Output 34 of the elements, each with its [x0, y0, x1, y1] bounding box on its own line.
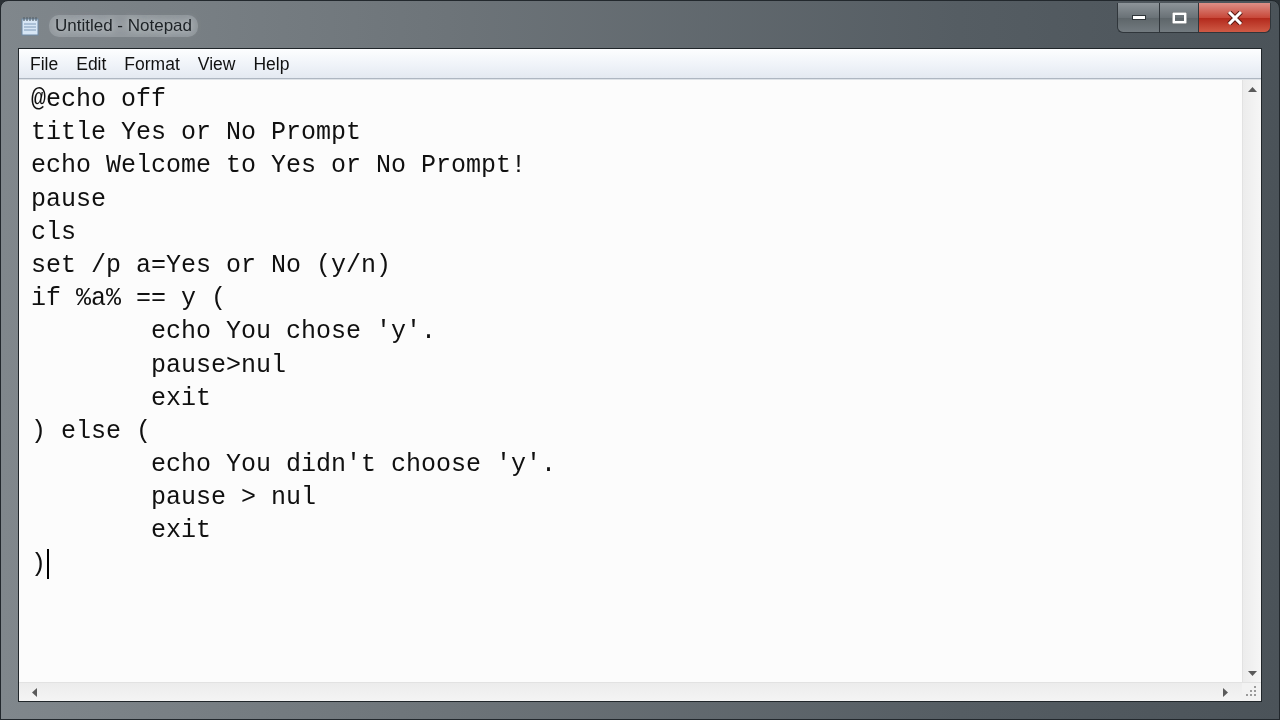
code-line: echo Welcome to Yes or No Prompt!	[31, 150, 527, 183]
menu-item[interactable]: Help	[245, 52, 298, 75]
code-line: set /p a=Yes or No (y/n)	[31, 249, 392, 282]
minimize-button[interactable]	[1117, 3, 1159, 33]
maximize-button[interactable]	[1159, 3, 1199, 33]
code-line: echo You didn't choose 'y'.	[150, 449, 557, 482]
code-line: exit	[150, 515, 212, 548]
vertical-scrollbar[interactable]	[1242, 80, 1261, 682]
code-line: exit	[150, 382, 212, 415]
close-button[interactable]	[1199, 3, 1271, 33]
left-arrow-icon	[31, 687, 37, 697]
notepad-icon	[21, 16, 39, 36]
code-line: ) else (	[31, 415, 152, 448]
code-line: pause	[31, 183, 106, 216]
menu-item[interactable]: File	[22, 52, 67, 75]
code-line: pause > nul	[150, 482, 317, 515]
code-line: cls	[31, 216, 76, 249]
close-icon	[1226, 10, 1243, 25]
up-arrow-icon	[1247, 86, 1257, 92]
down-arrow-icon	[1247, 670, 1257, 676]
code-line: echo You chose 'y'.	[150, 316, 437, 349]
code-line: title Yes or No Prompt	[31, 117, 362, 150]
minimize-icon	[1131, 15, 1146, 20]
menu-item[interactable]: Edit	[68, 52, 115, 75]
menu-item[interactable]: Format	[116, 52, 188, 75]
maximize-icon	[1171, 11, 1187, 24]
code-line: )	[31, 548, 46, 581]
code-line: @echo off	[31, 84, 167, 116]
code-line: pause>nul	[150, 349, 287, 382]
resize-grip-icon[interactable]	[1246, 686, 1257, 697]
menu-item[interactable]: View	[189, 52, 244, 75]
code-line: if %a% == y (	[31, 283, 227, 316]
right-arrow-icon	[1222, 687, 1228, 697]
horizontal-scrollbar[interactable]	[19, 682, 1242, 701]
